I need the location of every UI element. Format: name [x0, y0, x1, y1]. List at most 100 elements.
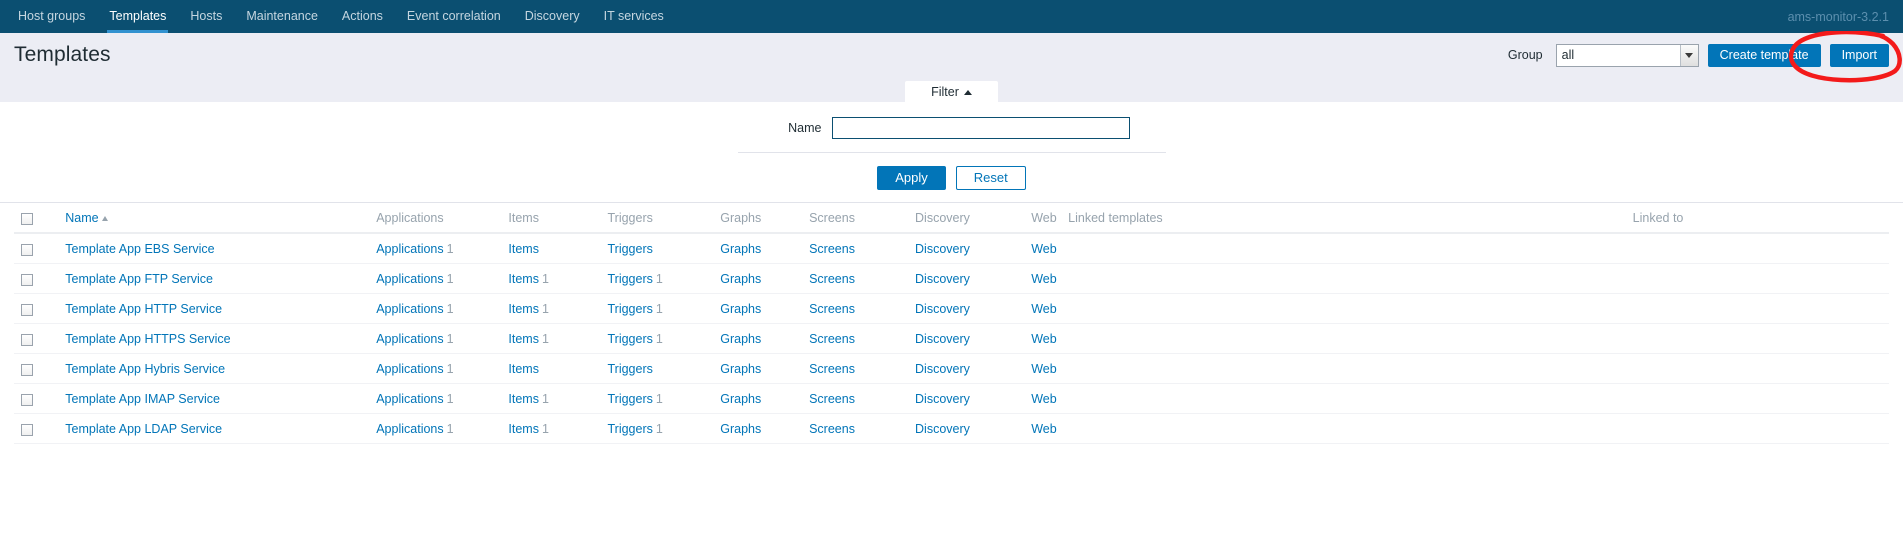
- web-link[interactable]: Web: [1031, 362, 1056, 376]
- discovery-link[interactable]: Discovery: [915, 422, 970, 436]
- row-checkbox[interactable]: [21, 333, 33, 346]
- graphs-link[interactable]: Graphs: [720, 272, 761, 286]
- applications-link[interactable]: Applications: [376, 362, 443, 376]
- items-link[interactable]: Items: [508, 302, 539, 316]
- applications-link[interactable]: Applications: [376, 272, 443, 286]
- discovery-link[interactable]: Discovery: [915, 272, 970, 286]
- filter-tab-label: Filter: [931, 85, 959, 99]
- web-link[interactable]: Web: [1031, 302, 1056, 316]
- nav-item-maintenance[interactable]: Maintenance: [234, 0, 330, 33]
- graphs-link[interactable]: Graphs: [720, 362, 761, 376]
- triggers-link[interactable]: Triggers: [607, 362, 652, 376]
- triggers-link[interactable]: Triggers: [607, 422, 652, 436]
- screens-link[interactable]: Screens: [809, 242, 855, 256]
- discovery-link[interactable]: Discovery: [915, 392, 970, 406]
- web-link[interactable]: Web: [1031, 332, 1056, 346]
- items-count: 1: [541, 332, 549, 346]
- discovery-link[interactable]: Discovery: [915, 332, 970, 346]
- screens-cell: Screens: [809, 413, 916, 444]
- screens-cell: Screens: [809, 353, 916, 384]
- items-link[interactable]: Items: [508, 332, 539, 346]
- applications-link[interactable]: Applications: [376, 422, 443, 436]
- items-link[interactable]: Items: [508, 392, 539, 406]
- nav-item-it-services[interactable]: IT services: [592, 0, 676, 33]
- column-header-name[interactable]: Name: [65, 203, 377, 234]
- template-name-cell: Template App IMAP Service: [65, 383, 377, 414]
- chevron-down-icon[interactable]: [1679, 44, 1698, 66]
- nav-item-hosts[interactable]: Hosts: [178, 0, 234, 33]
- row-checkbox[interactable]: [21, 363, 33, 376]
- filter-tab[interactable]: Filter: [905, 81, 998, 102]
- table-row: Template App EBS Service Applications 1 Ite…: [14, 233, 1889, 264]
- triangle-up-icon: [963, 89, 972, 95]
- graphs-link[interactable]: Graphs: [720, 332, 761, 346]
- web-link[interactable]: Web: [1031, 392, 1056, 406]
- template-name-link[interactable]: Template App HTTP Service: [65, 302, 222, 316]
- web-link[interactable]: Web: [1031, 422, 1056, 436]
- screens-cell: Screens: [809, 383, 916, 414]
- applications-link[interactable]: Applications: [376, 332, 443, 346]
- template-name-link[interactable]: Template App LDAP Service: [65, 422, 222, 436]
- template-name-link[interactable]: Template App FTP Service: [65, 272, 213, 286]
- graphs-link[interactable]: Graphs: [720, 422, 761, 436]
- group-select[interactable]: all: [1555, 43, 1699, 67]
- graphs-link[interactable]: Graphs: [720, 392, 761, 406]
- nav-item-event-correlation[interactable]: Event correlation: [395, 0, 513, 33]
- screens-link[interactable]: Screens: [809, 302, 855, 316]
- screens-link[interactable]: Screens: [809, 362, 855, 376]
- graphs-link[interactable]: Graphs: [720, 242, 761, 256]
- nav-item-actions[interactable]: Actions: [330, 0, 395, 33]
- reset-button[interactable]: Reset: [955, 166, 1026, 190]
- template-name-link[interactable]: Template App EBS Service: [65, 242, 214, 256]
- discovery-link[interactable]: Discovery: [915, 302, 970, 316]
- items-link[interactable]: Items: [508, 272, 539, 286]
- applications-link[interactable]: Applications: [376, 302, 443, 316]
- applications-link[interactable]: Applications: [376, 392, 443, 406]
- template-name-link[interactable]: Template App HTTPS Service: [65, 332, 230, 346]
- filter-name-input[interactable]: [831, 117, 1130, 139]
- triggers-link[interactable]: Triggers: [607, 392, 652, 406]
- row-checkbox[interactable]: [21, 303, 33, 316]
- row-checkbox[interactable]: [21, 273, 33, 286]
- web-link[interactable]: Web: [1031, 242, 1056, 256]
- screens-link[interactable]: Screens: [809, 422, 855, 436]
- triggers-link[interactable]: Triggers: [607, 272, 652, 286]
- graphs-link[interactable]: Graphs: [720, 302, 761, 316]
- column-header-name-link[interactable]: Name: [65, 211, 98, 225]
- create-template-button[interactable]: Create template: [1707, 43, 1821, 67]
- row-checkbox[interactable]: [21, 243, 33, 256]
- filter-name-field: Name: [0, 117, 1903, 139]
- template-name-link[interactable]: Template App Hybris Service: [65, 362, 225, 376]
- template-name-link[interactable]: Template App IMAP Service: [65, 392, 220, 406]
- row-checkbox[interactable]: [21, 393, 33, 406]
- row-checkbox[interactable]: [21, 423, 33, 436]
- discovery-link[interactable]: Discovery: [915, 242, 970, 256]
- triggers-link[interactable]: Triggers: [607, 242, 652, 256]
- triggers-link[interactable]: Triggers: [607, 302, 652, 316]
- screens-link[interactable]: Screens: [809, 392, 855, 406]
- nav-item-discovery[interactable]: Discovery: [513, 0, 592, 33]
- web-link[interactable]: Web: [1031, 272, 1056, 286]
- discovery-cell: Discovery: [915, 353, 1032, 384]
- nav-item-host-groups[interactable]: Host groups: [6, 0, 97, 33]
- import-button[interactable]: Import: [1829, 43, 1889, 67]
- items-link[interactable]: Items: [508, 362, 539, 376]
- applications-link[interactable]: Applications: [376, 242, 443, 256]
- screens-link[interactable]: Screens: [809, 272, 855, 286]
- items-count: 1: [541, 392, 549, 406]
- row-select-cell: [14, 233, 66, 264]
- apply-button[interactable]: Apply: [877, 166, 946, 190]
- linked-to-cell: [1632, 383, 1889, 414]
- applications-cell: Applications 1: [376, 383, 509, 414]
- triggers-count: 1: [655, 302, 663, 316]
- items-link[interactable]: Items: [508, 242, 539, 256]
- triggers-link[interactable]: Triggers: [607, 332, 652, 346]
- nav-item-templates[interactable]: Templates: [97, 0, 178, 33]
- screens-link[interactable]: Screens: [809, 332, 855, 346]
- template-name-cell: Template App FTP Service: [65, 263, 377, 294]
- items-link[interactable]: Items: [508, 422, 539, 436]
- table-row: Template App LDAP Service Applications 1 It…: [14, 413, 1889, 444]
- select-all-checkbox[interactable]: [21, 212, 33, 225]
- discovery-link[interactable]: Discovery: [915, 362, 970, 376]
- applications-count: 1: [446, 422, 454, 436]
